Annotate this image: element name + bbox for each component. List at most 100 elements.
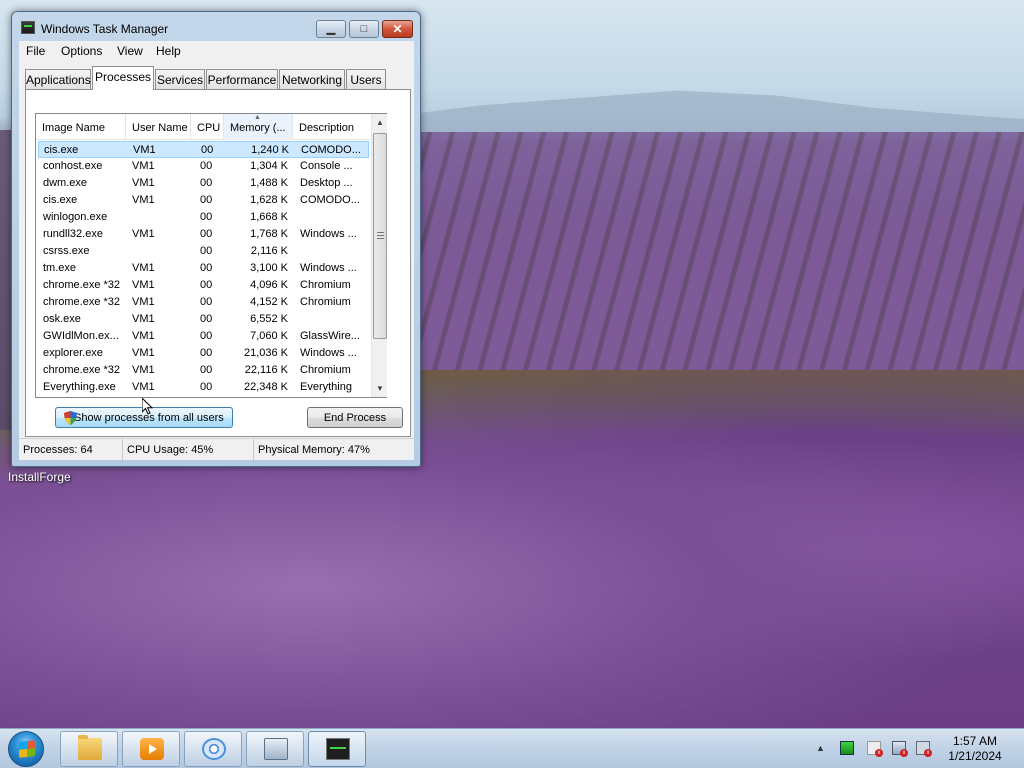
clock-date: 1/21/2024 [948, 749, 1002, 763]
process-row[interactable]: osk.exe VM1 00 6,552 K [38, 311, 369, 328]
process-row[interactable]: GWIdlMon.ex... VM1 00 7,060 K GlassWire... [38, 328, 369, 345]
process-description: Windows ... [300, 347, 357, 359]
start-button[interactable] [8, 731, 44, 767]
alert-icon: x [924, 749, 932, 757]
close-button[interactable]: ✕ [382, 20, 413, 38]
tab-networking[interactable]: Networking [279, 69, 345, 89]
minimize-icon: ▁ [326, 23, 336, 35]
taskbar-chrome-button[interactable] [184, 731, 242, 767]
process-name: Everything.exe [43, 381, 116, 393]
column-header-image-name[interactable]: Image Name [36, 114, 126, 140]
menu-help[interactable]: Help [156, 44, 181, 58]
tab-performance[interactable]: Performance [206, 69, 278, 89]
action-center-icon[interactable]: x [867, 741, 883, 757]
process-name: conhost.exe [43, 160, 103, 172]
status-processes: Processes: 64 [19, 439, 123, 461]
process-user: VM1 [132, 330, 155, 342]
windows-logo-icon [19, 740, 35, 758]
maximize-button[interactable]: □ [349, 20, 379, 38]
process-row[interactable]: rundll32.exe VM1 00 1,768 K Windows ... [38, 226, 369, 243]
close-icon: ✕ [392, 22, 403, 36]
process-cpu: 00 [200, 262, 213, 274]
process-cpu: 00 [200, 279, 213, 291]
network-icon[interactable]: x [892, 741, 908, 757]
process-name: rundll32.exe [43, 228, 103, 240]
menu-options[interactable]: Options [61, 44, 102, 58]
tab-services[interactable]: Services [155, 69, 205, 89]
glasswire-tray-icon[interactable] [840, 741, 854, 755]
process-name: GWIdlMon.ex... [43, 330, 119, 342]
process-cpu: 00 [200, 228, 213, 240]
process-user: VM1 [132, 279, 155, 291]
process-row[interactable]: chrome.exe *32 VM1 00 22,116 K Chromium [38, 362, 369, 379]
title-bar[interactable]: Windows Task Manager ▁ □ ✕ [12, 12, 420, 42]
process-description: Console ... [300, 160, 353, 172]
process-user: VM1 [133, 144, 156, 156]
sort-ascending-icon: ▲ [254, 114, 261, 121]
chrome-icon [202, 738, 226, 760]
menu-file[interactable]: File [26, 44, 45, 58]
process-row[interactable]: winlogon.exe 00 1,668 K [38, 209, 369, 226]
column-header-memory[interactable]: ▲ Memory (... [224, 114, 293, 140]
process-row[interactable]: Everything.exe VM1 00 22,348 K Everything [38, 379, 369, 396]
window-title: Windows Task Manager [41, 22, 169, 36]
process-user: VM1 [132, 347, 155, 359]
process-row[interactable]: explorer.exe VM1 00 21,036 K Windows ... [38, 345, 369, 362]
desktop-icon-installforge-label[interactable]: InstallForge [8, 470, 71, 484]
process-name: dwm.exe [43, 177, 88, 189]
column-header-cpu[interactable]: CPU [191, 114, 224, 140]
taskbar-media-player-button[interactable] [122, 731, 180, 767]
folder-icon [78, 735, 102, 760]
vertical-scrollbar[interactable]: ▲ ▼ [371, 114, 387, 397]
process-memory: 1,668 K [250, 211, 288, 223]
scrollbar-thumb[interactable] [373, 133, 387, 339]
column-header-description[interactable]: Description [293, 114, 371, 140]
process-description: Everything [300, 381, 352, 393]
process-memory: 7,060 K [250, 330, 288, 342]
client-area: Applications Processes Services Performa… [19, 61, 414, 460]
process-row[interactable]: cis.exe VM1 00 1,628 K COMODO... [38, 192, 369, 209]
process-user: VM1 [132, 262, 155, 274]
process-cpu: 00 [201, 144, 214, 156]
status-physical-memory: Physical Memory: 47% [258, 444, 370, 456]
clock[interactable]: 1:57 AM 1/21/2024 [940, 734, 1010, 764]
taskbar-task-manager-button[interactable] [308, 731, 366, 767]
process-row[interactable]: csrss.exe 00 2,116 K [38, 243, 369, 260]
process-row[interactable]: chrome.exe *32 VM1 00 4,152 K Chromium [38, 294, 369, 311]
alert-icon: x [900, 749, 908, 757]
process-cpu: 00 [200, 313, 213, 325]
process-name: chrome.exe *32 [43, 279, 121, 291]
mountain-range [380, 90, 1024, 138]
show-hidden-icons-icon[interactable]: ▲ [816, 743, 825, 753]
menu-view[interactable]: View [117, 44, 143, 58]
minimize-button[interactable]: ▁ [316, 20, 346, 38]
process-user: VM1 [132, 194, 155, 206]
process-memory: 1,304 K [250, 160, 288, 172]
process-row[interactable]: tm.exe VM1 00 3,100 K Windows ... [38, 260, 369, 277]
tab-processes[interactable]: Processes [92, 66, 154, 90]
volume-muted-icon[interactable]: x [916, 741, 932, 757]
column-header-user-name[interactable]: User Name [126, 114, 191, 140]
process-cpu: 00 [200, 364, 213, 376]
task-manager-window: Windows Task Manager ▁ □ ✕ File Options … [11, 11, 421, 467]
taskbar-explorer-button[interactable] [60, 731, 118, 767]
process-row[interactable]: cis.exe VM1 00 1,240 K COMODO... [38, 141, 369, 158]
process-list: Image Name User Name CPU ▲ Memory (... D… [35, 113, 387, 398]
tab-users[interactable]: Users [346, 69, 386, 89]
tab-applications[interactable]: Applications [25, 69, 91, 89]
process-row[interactable]: dwm.exe VM1 00 1,488 K Desktop ... [38, 175, 369, 192]
process-user: VM1 [132, 313, 155, 325]
scroll-up-icon[interactable]: ▲ [372, 114, 388, 131]
process-user: VM1 [132, 177, 155, 189]
process-row[interactable]: conhost.exe VM1 00 1,304 K Console ... [38, 158, 369, 175]
process-description: Windows ... [300, 262, 357, 274]
scroll-down-icon[interactable]: ▼ [372, 380, 388, 397]
mouse-cursor-icon [142, 398, 154, 415]
process-user: VM1 [132, 296, 155, 308]
process-cpu: 00 [200, 194, 213, 206]
end-process-button[interactable]: End Process [307, 407, 403, 428]
process-memory: 1,488 K [250, 177, 288, 189]
process-row[interactable]: chrome.exe *32 VM1 00 4,096 K Chromium [38, 277, 369, 294]
taskbar-keyboard-button[interactable] [246, 731, 304, 767]
process-memory: 4,096 K [250, 279, 288, 291]
